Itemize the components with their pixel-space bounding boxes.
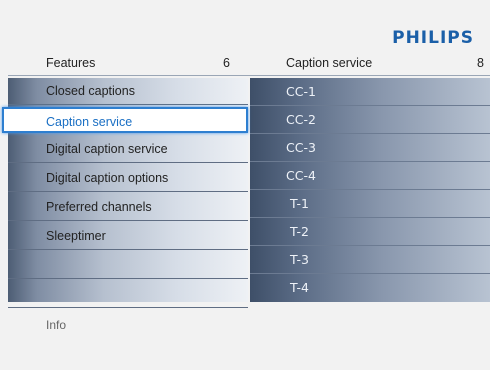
menu-item-digital-caption-service[interactable]: Digital caption service	[8, 136, 248, 163]
option-label: CC-2	[286, 112, 316, 127]
option-label: T-1	[290, 196, 309, 211]
menu-item-label: Preferred channels	[46, 200, 152, 214]
option-label: T-4	[290, 280, 309, 295]
option-label: T-2	[290, 224, 309, 239]
option-label: CC-1	[286, 84, 316, 99]
option-label: T-3	[290, 252, 309, 267]
caption-service-header-count: 8	[477, 56, 484, 70]
option-t-2[interactable]: T-2	[250, 218, 490, 246]
features-header: Features 6	[8, 52, 248, 74]
features-header-label: Features	[46, 56, 96, 70]
menu-item-digital-caption-options[interactable]: Digital caption options	[8, 165, 248, 192]
menu-item-empty	[8, 281, 248, 308]
option-cc-4[interactable]: CC-4	[250, 162, 490, 190]
menu-item-closed-captions[interactable]: Closed captions	[8, 78, 248, 105]
option-cc-2[interactable]: CC-2	[250, 106, 490, 134]
option-label: CC-3	[286, 140, 316, 155]
caption-service-header: Caption service 8	[250, 52, 490, 74]
menu-item-preferred-channels[interactable]: Preferred channels	[8, 194, 248, 221]
option-cc-1[interactable]: CC-1	[250, 78, 490, 106]
info-text: Info	[46, 318, 67, 332]
menu-item-label: Digital caption options	[46, 171, 169, 185]
header-divider	[8, 75, 490, 76]
option-t-1[interactable]: T-1	[250, 190, 490, 218]
menu-item-label: Digital caption service	[46, 142, 168, 156]
menu-item-empty	[8, 252, 248, 279]
menu-item-label: Caption service	[46, 115, 133, 129]
caption-service-options: CC-1 CC-2 CC-3 CC-4 T-1 T-2 T-3 T-4	[250, 78, 490, 302]
features-menu: Closed captions Caption service Digital …	[2, 78, 248, 308]
menu-item-sleeptimer[interactable]: Sleeptimer	[8, 223, 248, 250]
caption-service-header-label: Caption service	[286, 56, 373, 70]
philips-logo: PHILIPS	[392, 28, 474, 48]
option-t-3[interactable]: T-3	[250, 246, 490, 274]
features-header-count: 6	[223, 56, 230, 70]
menu-item-label: Sleeptimer	[46, 229, 106, 243]
menu-item-caption-service[interactable]: Caption service	[2, 107, 248, 133]
option-label: CC-4	[286, 168, 316, 183]
option-cc-3[interactable]: CC-3	[250, 134, 490, 162]
option-t-4[interactable]: T-4	[250, 274, 490, 302]
menu-item-label: Closed captions	[46, 84, 135, 98]
